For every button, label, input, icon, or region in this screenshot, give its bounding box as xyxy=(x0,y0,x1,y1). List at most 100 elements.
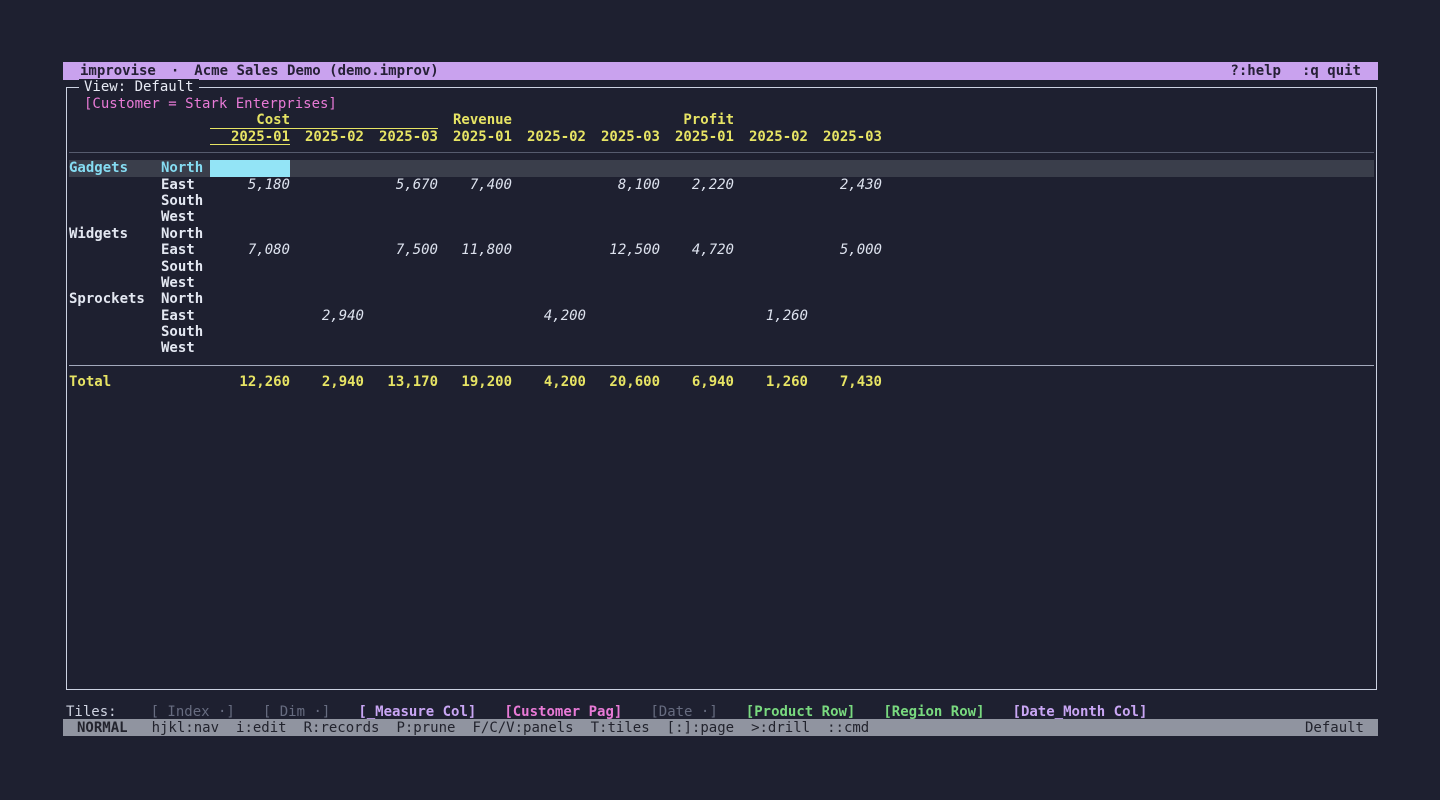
value-cell[interactable] xyxy=(586,275,660,291)
region-cell[interactable]: North xyxy=(161,226,210,242)
value-cell[interactable] xyxy=(290,275,364,291)
region-cell[interactable]: North xyxy=(161,160,210,176)
value-cell[interactable] xyxy=(364,259,438,275)
value-cell[interactable]: 11,800 xyxy=(438,242,512,258)
value-cell[interactable] xyxy=(660,291,734,307)
value-cell[interactable] xyxy=(660,324,734,340)
value-cell[interactable] xyxy=(808,291,882,307)
value-cell[interactable] xyxy=(808,324,882,340)
product-cell[interactable] xyxy=(69,275,161,291)
value-cell[interactable] xyxy=(734,242,808,258)
value-cell[interactable]: 2,220 xyxy=(660,177,734,193)
value-cell[interactable] xyxy=(808,193,882,209)
value-cell[interactable] xyxy=(210,308,290,324)
customer-filter-chip[interactable]: [Customer = Stark Enterprises] xyxy=(69,96,1374,112)
value-cell[interactable] xyxy=(290,291,364,307)
value-cell[interactable] xyxy=(808,226,882,242)
value-cell[interactable] xyxy=(438,226,512,242)
value-cell[interactable] xyxy=(364,275,438,291)
value-cell[interactable] xyxy=(438,275,512,291)
value-cell[interactable] xyxy=(660,226,734,242)
value-cell[interactable] xyxy=(660,193,734,209)
value-cell[interactable] xyxy=(210,259,290,275)
value-cell[interactable] xyxy=(734,291,808,307)
value-cell[interactable] xyxy=(290,193,364,209)
region-cell[interactable]: North xyxy=(161,291,210,307)
value-cell[interactable]: 5,670 xyxy=(364,177,438,193)
value-cell[interactable] xyxy=(734,226,808,242)
product-cell[interactable] xyxy=(69,242,161,258)
value-cell[interactable] xyxy=(210,275,290,291)
value-cell[interactable] xyxy=(290,340,364,356)
value-cell[interactable] xyxy=(660,308,734,324)
value-cell[interactable] xyxy=(512,242,586,258)
value-cell[interactable] xyxy=(808,160,882,176)
value-cell[interactable] xyxy=(734,193,808,209)
value-cell[interactable] xyxy=(512,291,586,307)
value-cell[interactable] xyxy=(808,259,882,275)
value-cell[interactable] xyxy=(210,340,290,356)
value-cell[interactable] xyxy=(210,226,290,242)
product-cell[interactable]: Gadgets xyxy=(69,160,161,176)
value-cell[interactable] xyxy=(734,209,808,225)
region-cell[interactable]: East xyxy=(161,177,210,193)
value-cell[interactable] xyxy=(290,209,364,225)
value-cell[interactable]: 2,430 xyxy=(808,177,882,193)
value-cell[interactable] xyxy=(734,160,808,176)
tile-toggle[interactable]: [Product Row] xyxy=(746,704,856,720)
value-cell[interactable] xyxy=(512,177,586,193)
value-cell[interactable] xyxy=(438,291,512,307)
tile-toggle[interactable]: [_Measure Col] xyxy=(358,704,476,720)
tile-toggle[interactable]: [ Index ·] xyxy=(151,704,235,720)
value-cell[interactable] xyxy=(438,308,512,324)
value-cell[interactable] xyxy=(210,291,290,307)
value-cell[interactable] xyxy=(438,259,512,275)
region-cell[interactable]: South xyxy=(161,193,210,209)
value-cell[interactable] xyxy=(438,324,512,340)
value-cell[interactable] xyxy=(438,209,512,225)
tile-toggle[interactable]: [Region Row] xyxy=(883,704,984,720)
value-cell[interactable]: 7,080 xyxy=(210,242,290,258)
value-cell[interactable] xyxy=(586,308,660,324)
value-cell[interactable] xyxy=(586,193,660,209)
product-cell[interactable] xyxy=(69,193,161,209)
value-cell[interactable] xyxy=(734,177,808,193)
value-cell[interactable]: 5,180 xyxy=(210,177,290,193)
value-cell[interactable] xyxy=(210,324,290,340)
value-cell[interactable]: 5,000 xyxy=(808,242,882,258)
value-cell[interactable] xyxy=(660,340,734,356)
value-cell[interactable]: 7,500 xyxy=(364,242,438,258)
value-cell[interactable] xyxy=(734,340,808,356)
tile-toggle[interactable]: [Customer Pag] xyxy=(504,704,622,720)
value-cell[interactable] xyxy=(290,177,364,193)
value-cell[interactable] xyxy=(290,242,364,258)
value-cell[interactable] xyxy=(290,226,364,242)
value-cell[interactable] xyxy=(512,340,586,356)
value-cell[interactable] xyxy=(586,226,660,242)
value-cell[interactable] xyxy=(438,193,512,209)
value-cell[interactable] xyxy=(210,160,290,176)
region-cell[interactable]: West xyxy=(161,209,210,225)
region-cell[interactable]: West xyxy=(161,275,210,291)
value-cell[interactable]: 4,200 xyxy=(512,308,586,324)
product-cell[interactable] xyxy=(69,340,161,356)
value-cell[interactable]: 4,720 xyxy=(660,242,734,258)
value-cell[interactable]: 12,500 xyxy=(586,242,660,258)
region-cell[interactable]: West xyxy=(161,340,210,356)
value-cell[interactable] xyxy=(660,209,734,225)
value-cell[interactable] xyxy=(512,324,586,340)
value-cell[interactable] xyxy=(512,209,586,225)
value-cell[interactable] xyxy=(210,209,290,225)
tile-toggle[interactable]: [Date_Month Col] xyxy=(1013,704,1148,720)
value-cell[interactable] xyxy=(808,340,882,356)
value-cell[interactable]: 8,100 xyxy=(586,177,660,193)
value-cell[interactable] xyxy=(438,160,512,176)
value-cell[interactable]: 2,940 xyxy=(290,308,364,324)
value-cell[interactable] xyxy=(586,340,660,356)
region-cell[interactable]: East xyxy=(161,242,210,258)
tile-toggle[interactable]: [Date ·] xyxy=(650,704,717,720)
value-cell[interactable] xyxy=(586,259,660,275)
value-cell[interactable] xyxy=(808,209,882,225)
value-cell[interactable] xyxy=(364,160,438,176)
product-cell[interactable] xyxy=(69,324,161,340)
